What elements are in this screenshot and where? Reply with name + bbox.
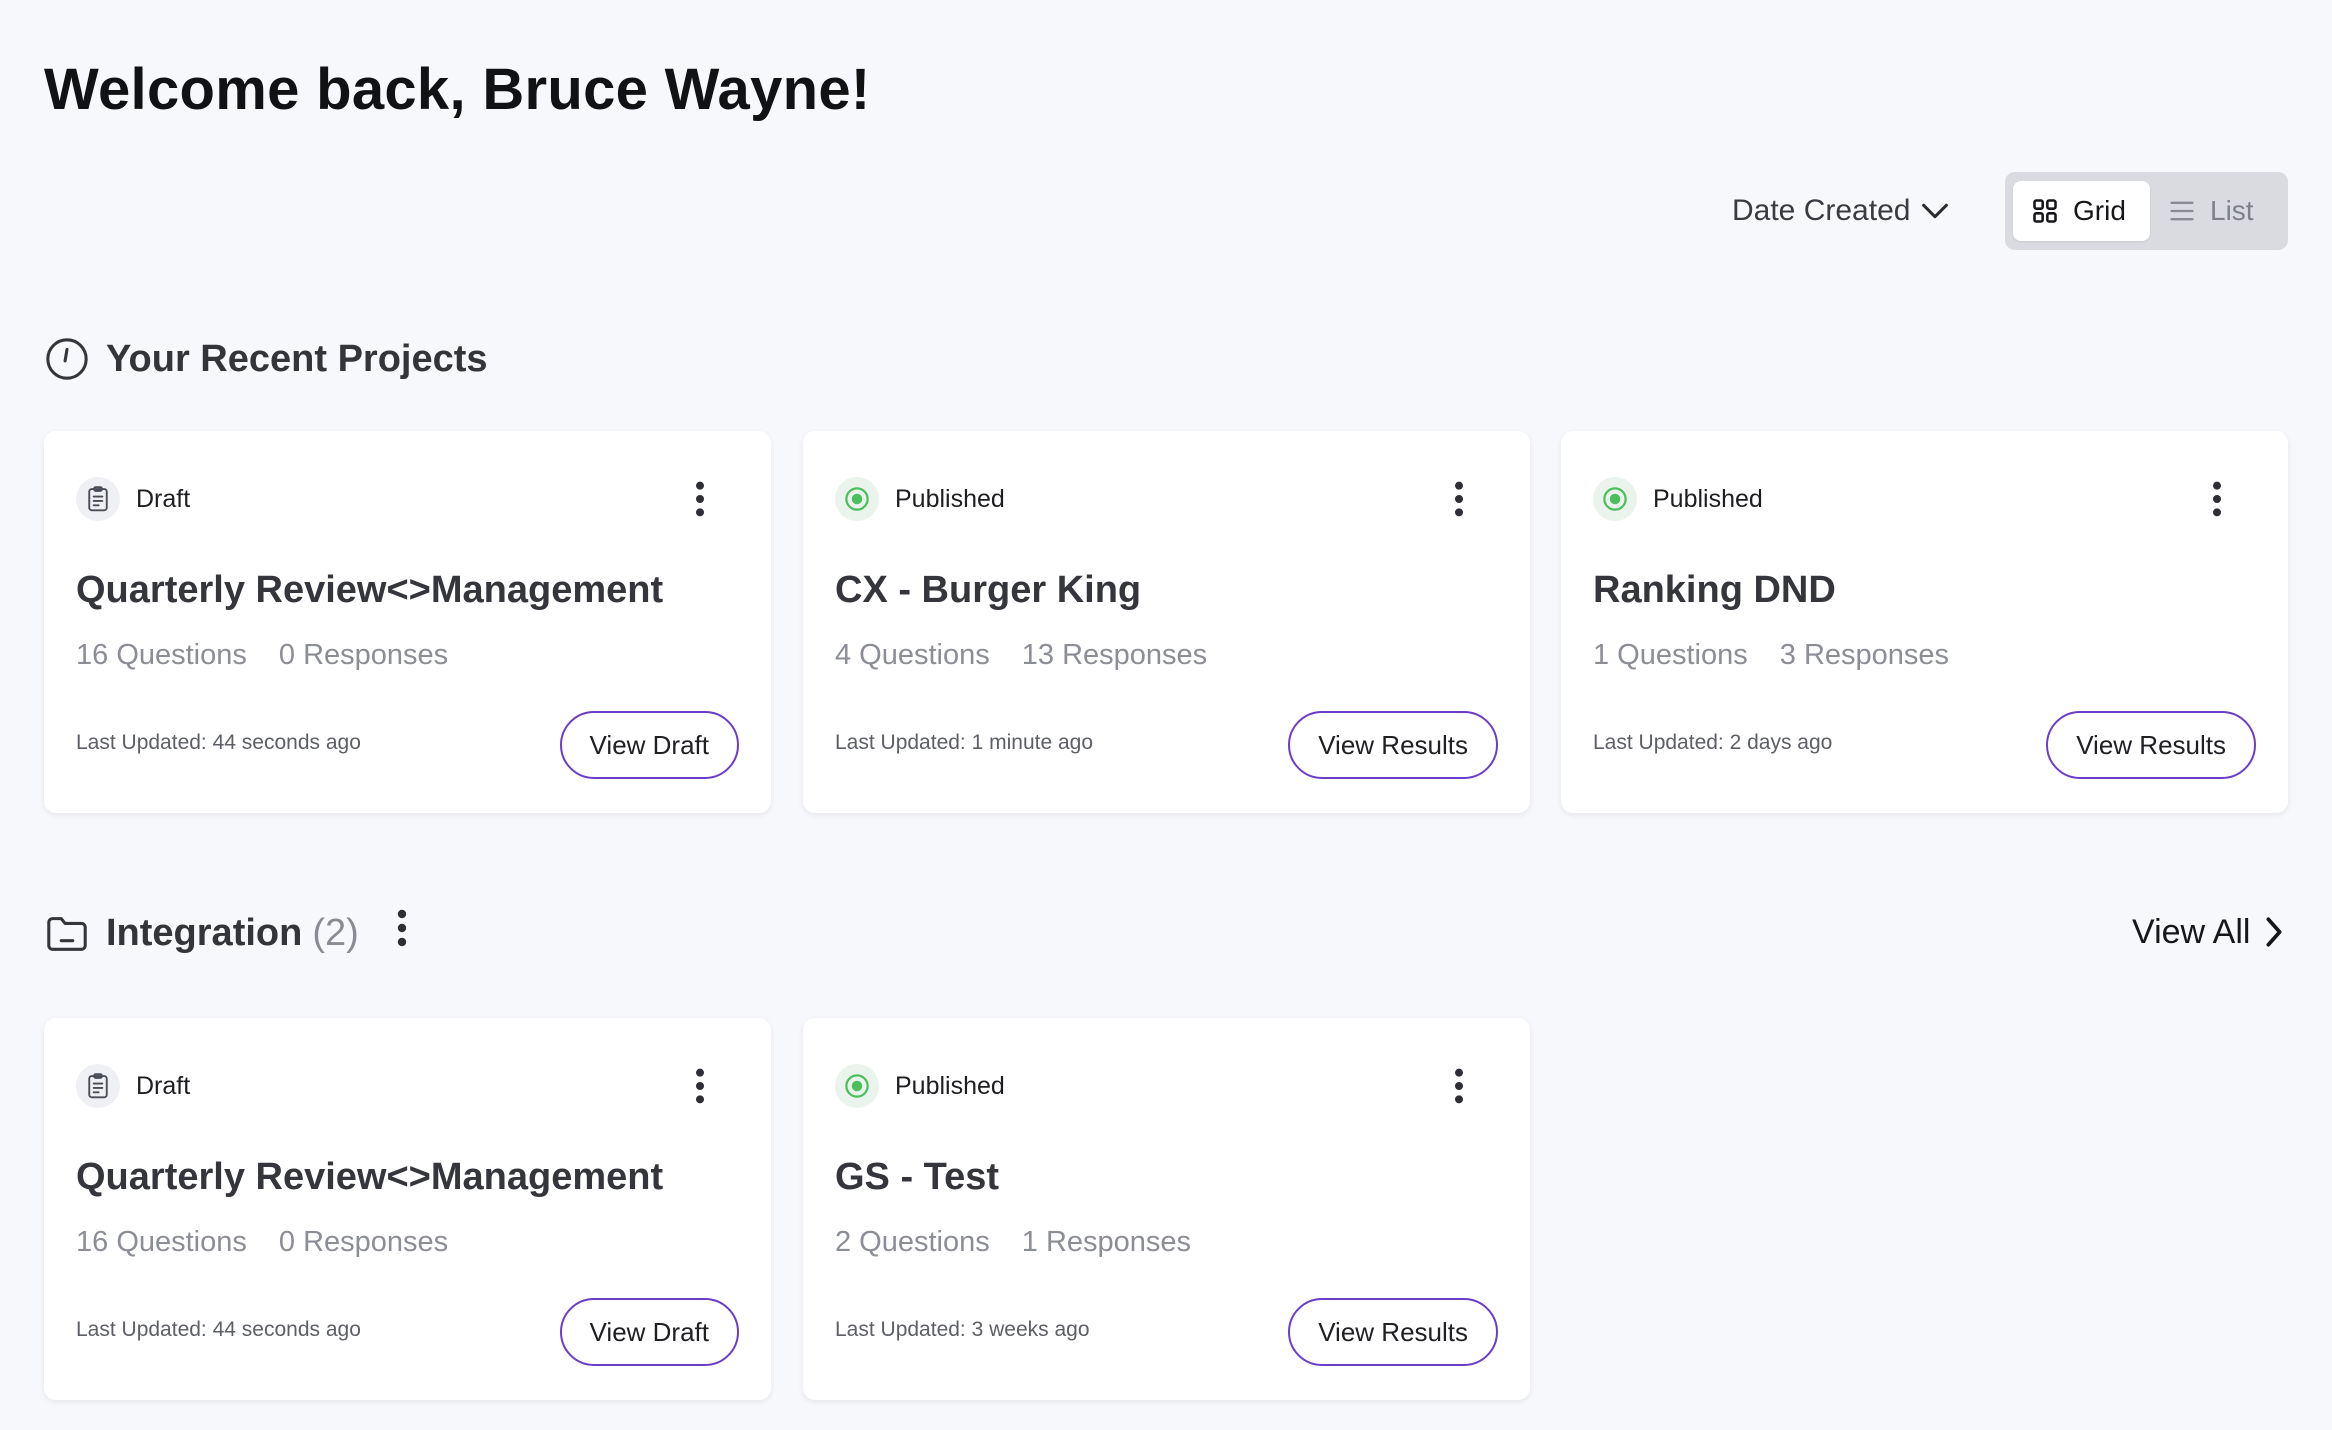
project-card[interactable]: Published CX - Burger King 4 Questions 1… — [803, 431, 1530, 813]
status-badge: Published — [835, 477, 1005, 521]
project-card[interactable]: Draft Quarterly Review<>Management 16 Qu… — [44, 431, 771, 813]
view-results-button[interactable]: View Results — [1288, 711, 1498, 779]
chevron-right-icon — [2266, 917, 2282, 947]
view-results-button[interactable]: View Results — [2046, 711, 2256, 779]
more-options-icon[interactable] — [1452, 1066, 1466, 1106]
status-label: Draft — [136, 484, 191, 513]
folder-title[interactable]: Integration — [106, 912, 302, 955]
project-title[interactable]: Quarterly Review<>Management — [76, 569, 663, 612]
status-badge: Draft — [76, 1064, 190, 1108]
published-dot-icon — [1593, 477, 1637, 521]
project-metrics: 2 Questions 1 Responses — [835, 1226, 1191, 1259]
question-count: 4 Questions — [835, 639, 990, 671]
project-title[interactable]: GS - Test — [835, 1156, 999, 1199]
recent-projects-title: Your Recent Projects — [106, 337, 488, 380]
clipboard-icon — [76, 1064, 120, 1108]
project-card[interactable]: Published GS - Test 2 Questions 1 Respon… — [803, 1018, 1530, 1400]
last-updated: Last Updated: 2 days ago — [1593, 731, 1833, 754]
project-metrics: 4 Questions 13 Responses — [835, 639, 1207, 672]
sort-label: Date Created — [1732, 194, 1911, 227]
grid-view-button[interactable]: Grid — [2013, 181, 2150, 241]
question-count: 2 Questions — [835, 1226, 990, 1258]
published-dot-icon — [835, 477, 879, 521]
last-updated: Last Updated: 44 seconds ago — [76, 1318, 361, 1341]
page-title: Welcome back, Bruce Wayne! — [44, 57, 871, 122]
response-count: 1 Responses — [1021, 1226, 1192, 1258]
project-title[interactable]: Quarterly Review<>Management — [76, 1156, 663, 1199]
more-options-icon[interactable] — [2210, 479, 2224, 519]
list-view-button[interactable]: List — [2150, 181, 2272, 241]
published-dot-icon — [835, 1064, 879, 1108]
grid-view-label: Grid — [2073, 195, 2126, 226]
folder-icon — [47, 917, 87, 951]
status-label: Published — [895, 484, 1005, 513]
last-updated: Last Updated: 1 minute ago — [835, 731, 1094, 754]
chevron-down-icon — [1922, 203, 1949, 219]
status-badge: Published — [1593, 477, 1763, 521]
list-view-label: List — [2210, 195, 2254, 226]
sort-dropdown[interactable]: Date Created — [1732, 186, 1952, 236]
response-count: 0 Responses — [278, 639, 449, 671]
grid-icon — [2033, 199, 2057, 223]
question-count: 16 Questions — [76, 639, 247, 671]
view-all-link[interactable]: View All — [2132, 908, 2288, 956]
project-metrics: 16 Questions 0 Responses — [76, 639, 448, 672]
last-updated: Last Updated: 3 weeks ago — [835, 1318, 1090, 1341]
view-results-button[interactable]: View Results — [1288, 1298, 1498, 1366]
clipboard-icon — [76, 477, 120, 521]
project-metrics: 1 Questions 3 Responses — [1593, 639, 1949, 672]
status-label: Draft — [136, 1071, 191, 1100]
project-metrics: 16 Questions 0 Responses — [76, 1226, 448, 1259]
status-badge: Published — [835, 1064, 1005, 1108]
view-draft-button[interactable]: View Draft — [559, 711, 739, 779]
status-label: Published — [1653, 484, 1763, 513]
more-options-icon[interactable] — [693, 1066, 707, 1106]
more-options-icon[interactable] — [1452, 479, 1466, 519]
last-updated: Last Updated: 44 seconds ago — [76, 731, 361, 754]
view-draft-button[interactable]: View Draft — [559, 1298, 739, 1366]
folder-count: (2) — [312, 911, 359, 954]
project-card[interactable]: Draft Quarterly Review<>Management 16 Qu… — [44, 1018, 771, 1400]
status-badge: Draft — [76, 477, 190, 521]
question-count: 16 Questions — [76, 1226, 247, 1258]
list-icon — [2170, 201, 2194, 221]
project-title[interactable]: Ranking DND — [1593, 569, 1836, 612]
folder-options-icon[interactable] — [395, 906, 409, 950]
project-card[interactable]: Published Ranking DND 1 Questions 3 Resp… — [1561, 431, 2288, 813]
project-title[interactable]: CX - Burger King — [835, 569, 1141, 612]
folder-header: Integration (2) — [44, 908, 409, 958]
recent-projects-header: Your Recent Projects — [44, 334, 488, 384]
clock-icon — [46, 338, 88, 380]
response-count: 13 Responses — [1021, 639, 1208, 671]
view-toggle: Grid List — [2005, 172, 2288, 250]
more-options-icon[interactable] — [693, 479, 707, 519]
response-count: 0 Responses — [278, 1226, 449, 1258]
response-count: 3 Responses — [1779, 639, 1950, 671]
status-label: Published — [895, 1071, 1005, 1100]
question-count: 1 Questions — [1593, 639, 1748, 671]
view-all-label: View All — [2132, 912, 2251, 951]
